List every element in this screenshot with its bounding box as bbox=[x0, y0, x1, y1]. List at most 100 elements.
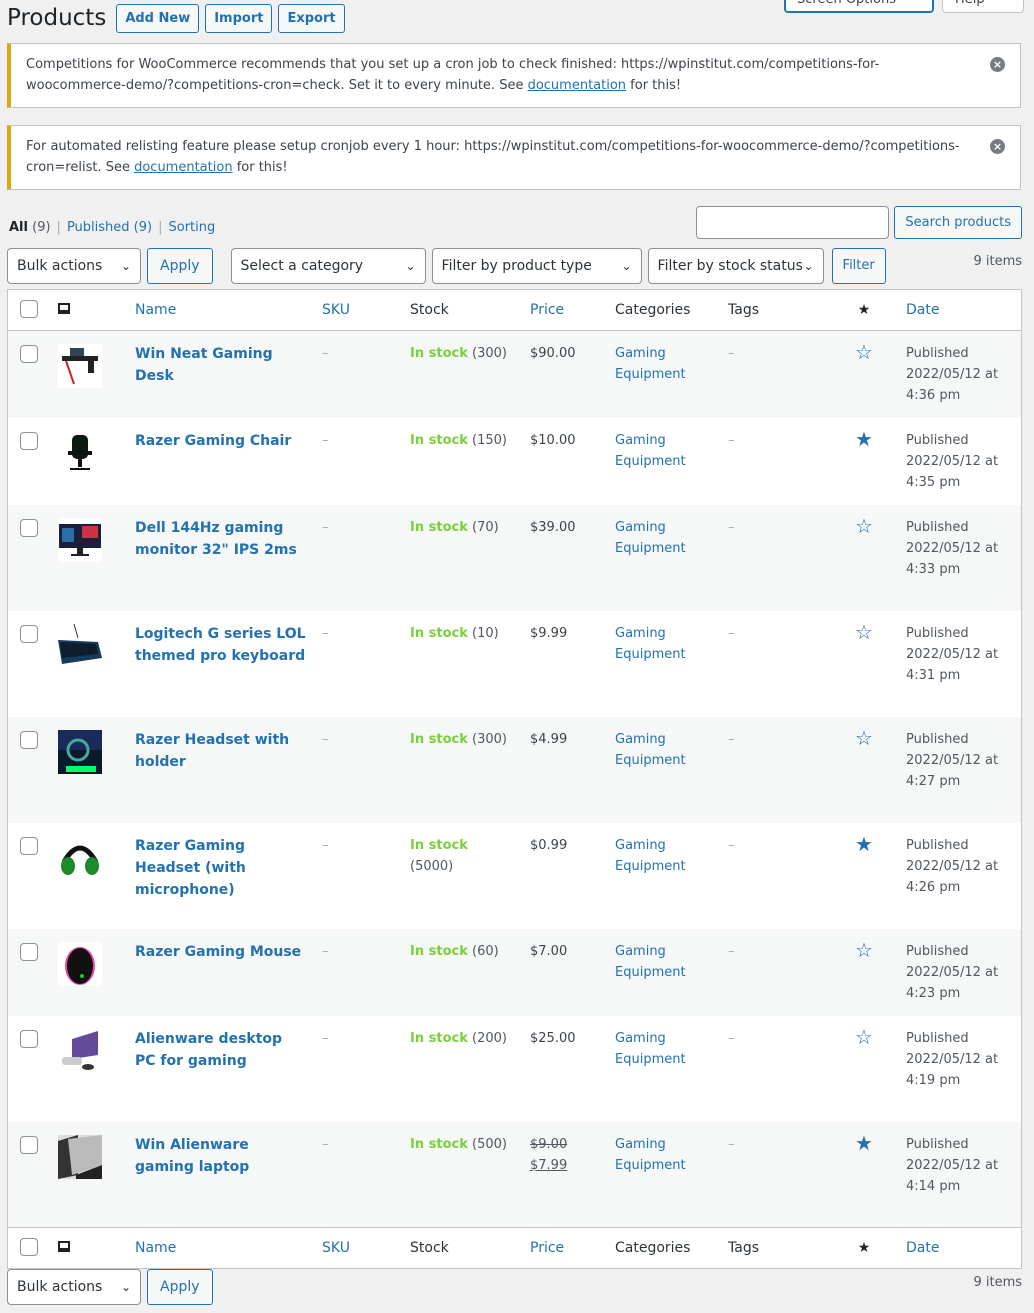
tags: – bbox=[728, 345, 735, 361]
column-stock: Stock bbox=[410, 1239, 449, 1256]
product-name-link[interactable]: Logitech G series LOL themed pro keyboar… bbox=[135, 626, 306, 664]
category-select[interactable]: Select a category ⌄ bbox=[230, 248, 426, 284]
category-link[interactable]: Gaming Equipment bbox=[615, 346, 686, 382]
featured-star-icon[interactable]: ★ bbox=[858, 1240, 871, 1256]
product-name-link[interactable]: Razer Gaming Mouse bbox=[135, 944, 301, 960]
product-thumbnail[interactable] bbox=[58, 941, 102, 986]
stock-status: In stock bbox=[410, 731, 468, 747]
featured-star-empty-icon[interactable]: ☆ bbox=[855, 514, 873, 538]
featured-star-filled-icon[interactable]: ★ bbox=[855, 832, 873, 856]
documentation-link[interactable]: documentation bbox=[528, 78, 626, 93]
column-tags: Tags bbox=[728, 1239, 759, 1256]
chevron-down-icon: ⌄ bbox=[405, 259, 416, 273]
documentation-link[interactable]: documentation bbox=[134, 160, 232, 175]
product-name-link[interactable]: Win Alienware gaming laptop bbox=[135, 1137, 249, 1175]
view-all[interactable]: All (9) bbox=[9, 220, 51, 235]
column-price[interactable]: Price bbox=[522, 1228, 607, 1268]
stock-status-select[interactable]: Filter by stock status ⌄ bbox=[647, 248, 824, 284]
price: $10.00 bbox=[530, 432, 576, 448]
product-thumbnail[interactable] bbox=[58, 1028, 102, 1073]
category-link[interactable]: Gaming Equipment bbox=[615, 1137, 686, 1173]
column-tags: Tags bbox=[728, 301, 759, 318]
table-row: Alienware desktop PC for gaming – In sto… bbox=[8, 1016, 1021, 1122]
publish-time: 4:27 pm bbox=[906, 773, 961, 789]
row-checkbox[interactable] bbox=[20, 431, 38, 450]
help-button[interactable]: Help bbox=[942, 0, 1024, 13]
column-name[interactable]: Name bbox=[127, 290, 314, 330]
featured-star-empty-icon[interactable]: ☆ bbox=[855, 1025, 873, 1049]
product-thumbnail[interactable] bbox=[58, 835, 102, 880]
tags: – bbox=[728, 432, 735, 448]
import-button[interactable]: Import bbox=[205, 3, 273, 33]
publish-time: 4:35 pm bbox=[906, 474, 961, 490]
category-link[interactable]: Gaming Equipment bbox=[615, 520, 686, 556]
row-checkbox[interactable] bbox=[20, 942, 38, 961]
column-name[interactable]: Name bbox=[127, 1228, 314, 1268]
sku: – bbox=[322, 1136, 329, 1152]
page-header: Products Add New Import Export bbox=[7, 2, 345, 34]
search-products-button[interactable]: Search products bbox=[894, 206, 1022, 239]
product-name-link[interactable]: Razer Gaming Headset (with microphone) bbox=[135, 838, 246, 898]
column-date[interactable]: Date bbox=[898, 1228, 1021, 1268]
product-type-select[interactable]: Filter by product type ⌄ bbox=[431, 248, 642, 284]
post-status: Published bbox=[906, 1030, 969, 1046]
product-name-link[interactable]: Win Neat Gaming Desk bbox=[135, 346, 273, 384]
category-link[interactable]: Gaming Equipment bbox=[615, 944, 686, 980]
publish-date: 2022/05/12 at bbox=[906, 453, 999, 469]
dismiss-icon[interactable]: × bbox=[990, 139, 1005, 154]
table-row: Dell 144Hz gaming monitor 32" IPS 2ms – … bbox=[8, 504, 1021, 611]
add-new-button[interactable]: Add New bbox=[116, 3, 200, 33]
product-name-link[interactable]: Razer Headset with holder bbox=[135, 732, 289, 770]
view-published[interactable]: Published (9) bbox=[67, 220, 152, 235]
view-sorting[interactable]: Sorting bbox=[168, 220, 215, 235]
product-thumbnail[interactable] bbox=[58, 343, 102, 388]
featured-star-filled-icon[interactable]: ★ bbox=[855, 1131, 873, 1155]
row-checkbox[interactable] bbox=[20, 1029, 38, 1048]
featured-star-filled-icon[interactable]: ★ bbox=[855, 427, 873, 451]
category-link[interactable]: Gaming Equipment bbox=[615, 433, 686, 469]
select-all-checkbox[interactable] bbox=[20, 299, 38, 318]
category-link[interactable]: Gaming Equipment bbox=[615, 732, 686, 768]
row-checkbox[interactable] bbox=[20, 836, 38, 855]
column-stock: Stock bbox=[410, 301, 449, 318]
category-link[interactable]: Gaming Equipment bbox=[615, 1031, 686, 1067]
product-thumbnail[interactable] bbox=[58, 1134, 102, 1179]
post-status: Published bbox=[906, 1136, 969, 1152]
bulk-actions-select[interactable]: Bulk actions ⌄ bbox=[7, 1269, 141, 1305]
column-sku[interactable]: SKU bbox=[314, 1228, 402, 1268]
tags: – bbox=[728, 943, 735, 959]
column-sku[interactable]: SKU bbox=[314, 290, 402, 330]
select-all-checkbox[interactable] bbox=[20, 1237, 38, 1256]
row-checkbox[interactable] bbox=[20, 1135, 38, 1154]
category-link[interactable]: Gaming Equipment bbox=[615, 626, 686, 662]
row-checkbox[interactable] bbox=[20, 344, 38, 363]
screen-options-button[interactable]: Screen Options bbox=[784, 0, 934, 13]
row-checkbox[interactable] bbox=[20, 518, 38, 537]
product-thumbnail[interactable] bbox=[58, 517, 102, 562]
product-thumbnail[interactable] bbox=[58, 430, 102, 475]
row-checkbox[interactable] bbox=[20, 624, 38, 643]
row-checkbox[interactable] bbox=[20, 730, 38, 749]
apply-button[interactable]: Apply bbox=[147, 248, 213, 284]
bulk-actions-select[interactable]: Bulk actions ⌄ bbox=[7, 248, 141, 284]
featured-star-empty-icon[interactable]: ☆ bbox=[855, 340, 873, 364]
featured-star-empty-icon[interactable]: ☆ bbox=[855, 726, 873, 750]
apply-button[interactable]: Apply bbox=[147, 1269, 213, 1305]
filter-button[interactable]: Filter bbox=[831, 248, 886, 284]
search-input[interactable] bbox=[696, 206, 890, 239]
product-thumbnail[interactable] bbox=[58, 729, 102, 774]
column-price[interactable]: Price bbox=[522, 290, 607, 330]
featured-star-empty-icon[interactable]: ☆ bbox=[855, 620, 873, 644]
column-date[interactable]: Date bbox=[898, 290, 1021, 330]
product-name-link[interactable]: Alienware desktop PC for gaming bbox=[135, 1031, 282, 1069]
product-name-link[interactable]: Dell 144Hz gaming monitor 32" IPS 2ms bbox=[135, 520, 297, 558]
category-link[interactable]: Gaming Equipment bbox=[615, 838, 686, 874]
column-categories: Categories bbox=[615, 301, 691, 318]
featured-star-icon[interactable]: ★ bbox=[858, 302, 871, 318]
dismiss-icon[interactable]: × bbox=[990, 57, 1005, 72]
product-thumbnail[interactable] bbox=[58, 623, 102, 668]
export-button[interactable]: Export bbox=[278, 3, 345, 33]
chevron-down-icon: ⌄ bbox=[621, 259, 632, 273]
product-name-link[interactable]: Razer Gaming Chair bbox=[135, 433, 291, 449]
featured-star-empty-icon[interactable]: ☆ bbox=[855, 938, 873, 962]
